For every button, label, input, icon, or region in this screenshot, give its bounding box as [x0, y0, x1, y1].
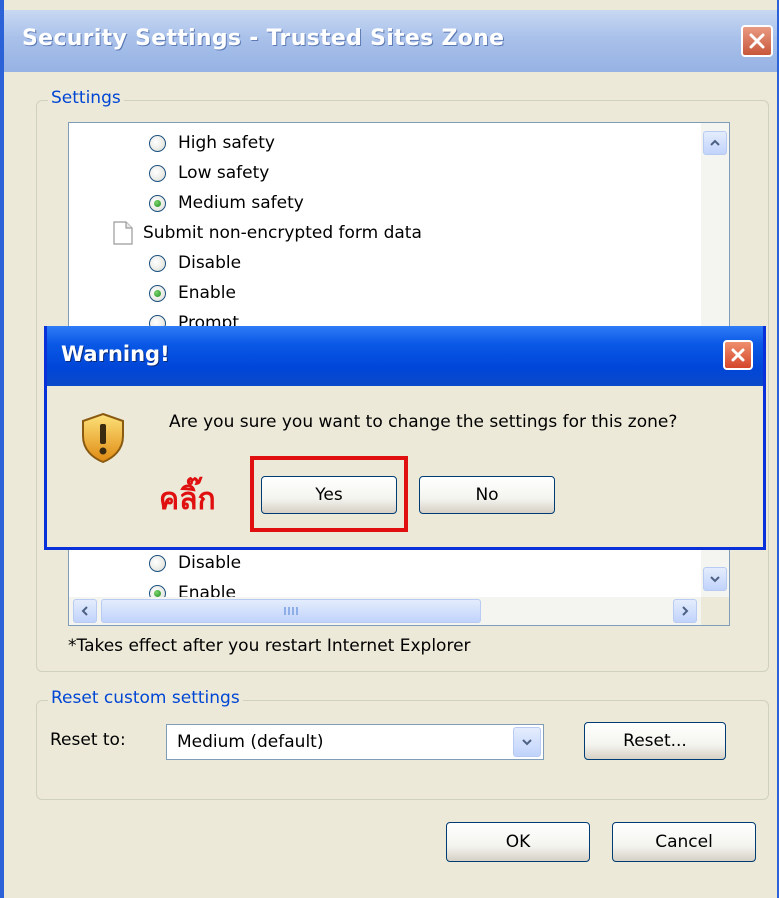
- radio-high-safety[interactable]: [149, 134, 166, 152]
- list-item[interactable]: Disable: [149, 549, 241, 577]
- radio-disable[interactable]: [149, 254, 166, 272]
- chevron-down-icon: [522, 739, 532, 746]
- scrollbar-corner: [701, 597, 729, 625]
- list-item-label: Medium safety: [178, 193, 304, 213]
- list-item[interactable]: Medium safety: [149, 189, 304, 217]
- no-button[interactable]: No: [419, 476, 555, 514]
- list-item[interactable]: Disable: [149, 249, 241, 277]
- click-annotation: คลิ๊ก: [159, 482, 216, 517]
- warning-shield-icon: [82, 412, 124, 464]
- window-title: Security Settings - Trusted Sites Zone: [22, 26, 505, 51]
- list-item[interactable]: High safety: [149, 129, 275, 157]
- reset-level-dropdown[interactable]: Medium (default): [166, 724, 544, 760]
- close-button[interactable]: [741, 25, 773, 57]
- list-item-label: Enable: [178, 283, 236, 303]
- warning-title-bar[interactable]: Warning!: [47, 326, 763, 386]
- ok-button[interactable]: OK: [446, 822, 590, 862]
- close-icon: [749, 33, 765, 49]
- horizontal-scroll-thumb[interactable]: [101, 599, 481, 623]
- cancel-button[interactable]: Cancel: [612, 822, 756, 862]
- warning-close-button[interactable]: [723, 340, 753, 370]
- list-header-label: Submit non-encrypted form data: [143, 223, 422, 243]
- close-icon: [731, 348, 745, 362]
- chevron-up-icon: [710, 139, 720, 146]
- radio-enable[interactable]: [149, 284, 166, 302]
- list-item-label: Low safety: [178, 163, 270, 183]
- settings-legend: Settings: [48, 88, 124, 108]
- reset-to-label: Reset to:: [50, 730, 126, 750]
- chevron-right-icon: [682, 606, 689, 616]
- title-bar[interactable]: Security Settings - Trusted Sites Zone: [4, 10, 777, 72]
- list-item[interactable]: Enable: [149, 279, 236, 307]
- radio-low-safety[interactable]: [149, 164, 166, 182]
- scroll-left-button[interactable]: [73, 599, 97, 623]
- reset-legend: Reset custom settings: [48, 688, 243, 708]
- scroll-right-button[interactable]: [673, 599, 697, 623]
- list-item-label: High safety: [178, 133, 275, 153]
- restart-note: *Takes effect after you restart Internet…: [68, 636, 471, 656]
- chevron-down-icon: [710, 576, 720, 583]
- grip-icon: [284, 607, 298, 615]
- yes-button[interactable]: Yes: [261, 476, 397, 514]
- list-item-label: Disable: [178, 553, 242, 573]
- horizontal-scrollbar[interactable]: [69, 597, 701, 625]
- chevron-left-icon: [81, 606, 88, 616]
- reset-level-value: Medium (default): [177, 732, 324, 752]
- document-icon: [113, 221, 133, 245]
- scroll-up-button[interactable]: [703, 131, 727, 155]
- radio-disable[interactable]: [149, 554, 166, 572]
- warning-message: Are you sure you want to change the sett…: [169, 412, 678, 432]
- dropdown-button[interactable]: [513, 727, 541, 757]
- list-header: Submit non-encrypted form data: [113, 219, 422, 247]
- list-item[interactable]: Low safety: [149, 159, 269, 187]
- radio-medium-safety[interactable]: [149, 194, 166, 212]
- reset-button[interactable]: Reset...: [584, 722, 726, 760]
- list-item-label: Disable: [178, 253, 242, 273]
- warning-title: Warning!: [61, 342, 170, 366]
- scroll-down-button[interactable]: [703, 567, 727, 591]
- warning-dialog: Warning! Are you sure you want to change…: [44, 326, 766, 550]
